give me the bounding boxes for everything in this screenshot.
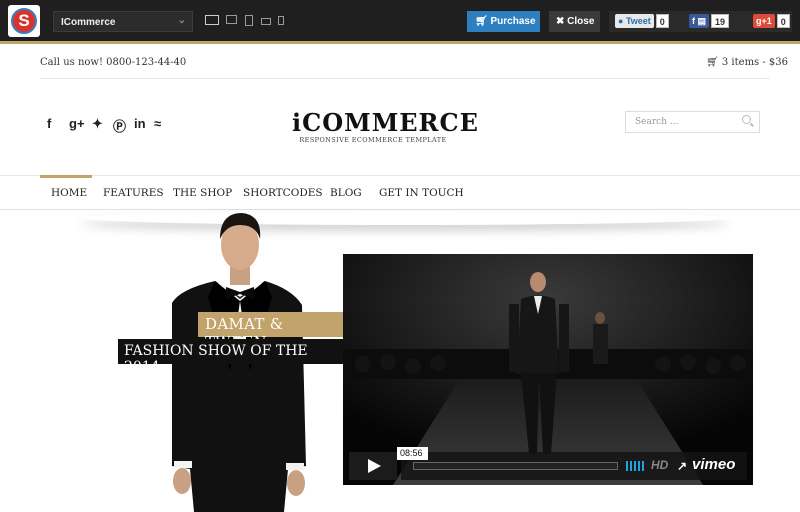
twitter-icon[interactable]: ✦ (92, 116, 103, 132)
hd-toggle[interactable]: HD (651, 458, 668, 472)
cart-icon: 🛒︎ (475, 16, 488, 27)
play-button[interactable] (349, 452, 397, 480)
volume-icon[interactable] (626, 461, 646, 471)
fullscreen-icon[interactable]: ↗ (677, 459, 687, 473)
nav-item-shortcodes[interactable]: SHORTCODES (243, 187, 323, 199)
theme-select-value: ICommerce (61, 17, 116, 28)
hero-brand-banner: DAMAT & TWEEN (198, 312, 343, 351)
close-label: Close (567, 16, 595, 27)
google-plus-icon[interactable]: g+ (69, 116, 85, 131)
gplus-button[interactable]: g+1 0 (753, 14, 790, 28)
facebook-icon: f ▤ (689, 14, 710, 28)
purchase-label: Purchase (490, 16, 536, 27)
facebook-count: 19 (711, 14, 730, 28)
preview-toolbar: S ICommerce ⌄ 🛒︎ Purchase ✖ Close ● Twee… (0, 0, 800, 44)
search-input[interactable]: Search ... (625, 111, 760, 133)
theme-select[interactable]: ICommerce ⌄ (53, 11, 193, 32)
chevron-down-icon: ⌄ (177, 15, 186, 26)
hero-title-banner: FASHION SHOW OF THE 2014 (118, 339, 343, 375)
desktop-icon[interactable] (205, 15, 219, 25)
site-logo[interactable]: S (8, 5, 40, 37)
nav-item-get-in-touch[interactable]: GET IN TOUCH (379, 187, 464, 199)
gplus-count: 0 (776, 14, 790, 28)
video-progress-bar[interactable] (413, 462, 618, 470)
brand-logo[interactable]: iCOMMERCE RESPONSIVE ECOMMERCE TEMPLATE (292, 108, 479, 145)
close-icon: ✖ (556, 16, 565, 27)
facebook-share-button[interactable]: f ▤ 19 (689, 14, 730, 28)
nav-item-features[interactable]: FEATURES (103, 187, 164, 199)
linkedin-icon[interactable]: in (134, 116, 146, 131)
pinterest-icon[interactable]: Ⓟ (113, 116, 126, 135)
tablet-portrait-icon[interactable] (245, 15, 253, 26)
mobile-icon[interactable] (278, 16, 284, 25)
nav-item-home[interactable]: HOME (39, 175, 93, 199)
logo-letter: S (11, 8, 37, 34)
tweet-count: 0 (655, 14, 669, 28)
gplus-label: +1 (761, 16, 772, 26)
cart-summary[interactable]: 🛒︎ 3 items - $36 (706, 57, 788, 68)
call-us-text: Call us now! 0800-123-44-40 (40, 57, 187, 68)
close-button[interactable]: ✖ Close (549, 11, 600, 32)
search-placeholder: Search ... (635, 117, 679, 127)
brand-tagline: RESPONSIVE ECOMMERCE TEMPLATE (299, 136, 447, 144)
tweet-label: Tweet (625, 16, 651, 26)
twitter-bird-icon: ● (618, 16, 624, 26)
facebook-icon[interactable]: f (47, 116, 51, 131)
video-time: 08:56 (397, 447, 428, 460)
cart-icon: 🛒︎ (706, 57, 719, 68)
nav-item-blog[interactable]: BLOG (330, 187, 362, 199)
tweet-button[interactable]: ● Tweet 0 (615, 14, 669, 28)
tablet-landscape-icon[interactable] (261, 18, 271, 25)
cart-text: 3 items - $36 (721, 57, 789, 68)
laptop-icon[interactable] (226, 15, 237, 24)
main-nav: HOME FEATURES THE SHOP SHORTCODES BLOG G… (0, 175, 800, 210)
rss-icon[interactable]: ≈ (154, 116, 161, 131)
search-icon[interactable] (742, 115, 751, 124)
share-buttons: ● Tweet 0 f ▤ 19 g+1 0 (609, 11, 792, 32)
brand-name: iCOMMERCE (292, 108, 479, 137)
vimeo-logo[interactable]: vimeo (692, 456, 735, 473)
purchase-button[interactable]: 🛒︎ Purchase (467, 11, 540, 32)
nav-item-the-shop[interactable]: THE SHOP (173, 187, 232, 199)
header-divider (40, 78, 770, 79)
